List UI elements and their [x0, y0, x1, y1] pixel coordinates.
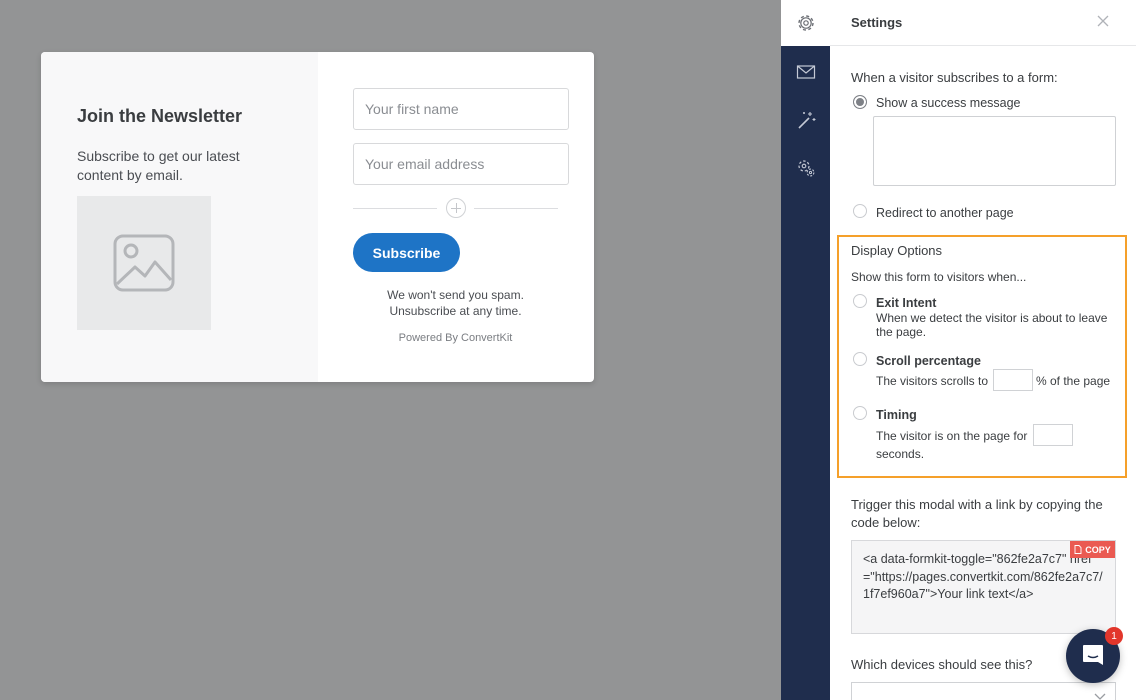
- success-message-label[interactable]: Show a success message: [876, 96, 1021, 110]
- plus-circle-icon[interactable]: [446, 198, 466, 218]
- success-message-textarea[interactable]: [873, 116, 1116, 186]
- exit-intent-radio[interactable]: [853, 294, 867, 308]
- gears-icon[interactable]: [795, 157, 817, 179]
- copy-label: COPY: [1085, 544, 1111, 555]
- powered-by-link[interactable]: Powered By ConvertKit: [353, 332, 558, 344]
- close-icon[interactable]: [1096, 14, 1110, 28]
- settings-title: Settings: [851, 15, 903, 30]
- trigger-heading: Trigger this modal with a link by copyin…: [851, 497, 1103, 512]
- trigger-heading-cont: code below:: [851, 515, 921, 530]
- copy-button[interactable]: COPY: [1070, 541, 1115, 558]
- subscribe-button[interactable]: Subscribe: [353, 233, 460, 272]
- first-name-input[interactable]: [353, 88, 569, 130]
- timing-radio[interactable]: [853, 406, 867, 420]
- devices-select[interactable]: [851, 682, 1116, 700]
- divider-line-right: [474, 208, 558, 209]
- magic-wand-icon[interactable]: [795, 109, 817, 131]
- chevron-down-icon: [1094, 693, 1106, 700]
- scroll-prefix-text: The visitors scrolls to: [876, 374, 989, 388]
- settings-header: Settings: [830, 0, 1136, 46]
- add-field-divider: [353, 198, 558, 218]
- trigger-code[interactable]: <a data-formkit-toggle="862fe2a7c7" href…: [863, 551, 1108, 604]
- timing-seconds-input[interactable]: [1033, 424, 1073, 446]
- image-placeholder[interactable]: [77, 196, 211, 330]
- form-title[interactable]: Join the Newsletter: [77, 106, 242, 127]
- redirect-radio[interactable]: [853, 204, 867, 218]
- scroll-percentage-label[interactable]: Scroll percentage: [876, 354, 981, 368]
- divider-line-left: [353, 208, 437, 209]
- form-preview-card: Join the Newsletter Subscribe to get our…: [41, 52, 594, 382]
- exit-intent-label[interactable]: Exit Intent: [876, 296, 936, 310]
- scroll-percentage-input[interactable]: [993, 369, 1033, 391]
- email-input[interactable]: [353, 143, 569, 185]
- scroll-suffix-text: % of the page: [1036, 374, 1111, 388]
- settings-panel: Settings When a visitor subscribes to a …: [830, 0, 1136, 700]
- spam-note[interactable]: We won't send you spam. Unsubscribe at a…: [353, 287, 558, 319]
- timing-prefix-text: The visitor is on the page for: [876, 429, 1028, 443]
- image-placeholder-icon: [113, 234, 175, 292]
- devices-heading: Which devices should see this?: [851, 657, 1033, 672]
- subscribe-action-heading: When a visitor subscribes to a form:: [851, 70, 1058, 85]
- form-preview-left-panel: Join the Newsletter Subscribe to get our…: [41, 52, 318, 382]
- form-description[interactable]: Subscribe to get our latest content by e…: [77, 147, 267, 185]
- redirect-label[interactable]: Redirect to another page: [876, 206, 1014, 220]
- chat-icon: [1083, 645, 1103, 665]
- scroll-percentage-radio[interactable]: [853, 352, 867, 366]
- envelope-icon[interactable]: [795, 61, 817, 83]
- timing-suffix-text: seconds.: [876, 447, 925, 461]
- timing-label[interactable]: Timing: [876, 408, 917, 422]
- display-options-subheading: Show this form to visitors when...: [851, 270, 1027, 284]
- document-icon: [1074, 545, 1082, 554]
- exit-intent-description: When we detect the visitor is about to l…: [876, 311, 1108, 325]
- chat-notification-badge: 1: [1105, 627, 1123, 645]
- success-message-radio[interactable]: [853, 95, 867, 109]
- display-options-heading: Display Options: [851, 243, 943, 258]
- gear-icon[interactable]: [795, 12, 817, 34]
- settings-side-nav: [781, 0, 830, 700]
- exit-intent-description-cont: the page.: [876, 325, 927, 339]
